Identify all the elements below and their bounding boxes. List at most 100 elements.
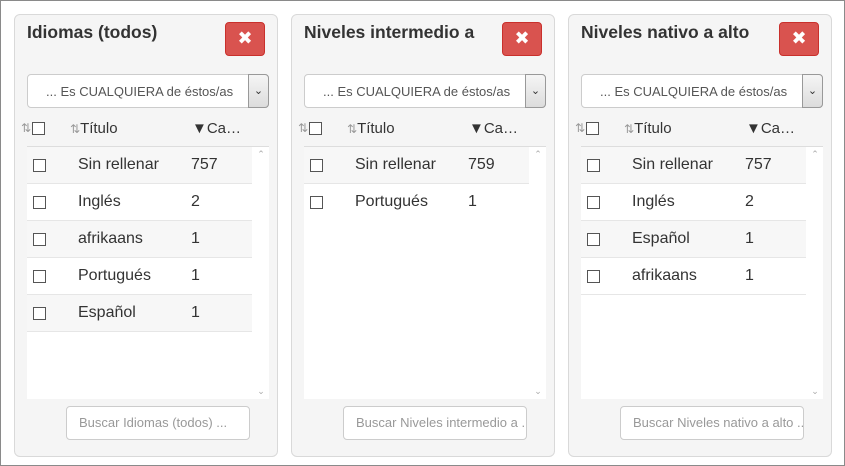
option-count: 1	[191, 304, 200, 321]
list-item[interactable]: Inglés 2	[581, 184, 806, 221]
option-count: 1	[468, 193, 477, 210]
list-item[interactable]: Portugués 1	[304, 184, 529, 221]
title-column-label: Título	[80, 120, 118, 137]
options-list: Sin rellenar 757 Inglés 2 afrikaans 1 Po…	[27, 146, 269, 399]
list-header: ⇅ ⇅Título ▼Ca…	[15, 118, 279, 140]
sort-icon: ⇅	[624, 122, 635, 136]
match-mode-select[interactable]: ... Es CUALQUIERA de éstos/as ⌄	[581, 74, 823, 108]
row-checkbox[interactable]	[33, 196, 46, 209]
select-all-column[interactable]: ⇅	[575, 121, 600, 136]
match-mode-select[interactable]: ... Es CUALQUIERA de éstos/as ⌄	[27, 74, 269, 108]
list-scrollbar[interactable]: ⌃ ⌄	[807, 147, 823, 399]
match-mode-value: ... Es CUALQUIERA de éstos/as	[600, 84, 788, 99]
option-count: 1	[745, 267, 754, 284]
row-checkbox[interactable]	[310, 196, 323, 209]
list-item[interactable]: Sin rellenar 757	[581, 147, 806, 184]
options-list: Sin rellenar 759 Portugués 1 ⌃ ⌄	[304, 146, 546, 399]
row-checkbox[interactable]	[587, 159, 600, 172]
sort-icon[interactable]: ⇅	[21, 121, 31, 135]
list-item[interactable]: Sin rellenar 757	[27, 147, 252, 184]
pane-title: Niveles intermedio a	[304, 22, 475, 42]
list-item[interactable]: Español 1	[27, 295, 252, 332]
option-count: 1	[191, 230, 200, 247]
pane-search-input[interactable]: Buscar Niveles intermedio a ...	[343, 406, 527, 440]
select-all-column[interactable]: ⇅	[21, 121, 46, 136]
select-all-column[interactable]: ⇅	[298, 121, 323, 136]
list-item[interactable]: Español 1	[581, 221, 806, 258]
row-checkbox[interactable]	[33, 233, 46, 246]
chevron-down-icon[interactable]: ⌄	[525, 74, 546, 108]
option-count: 757	[745, 156, 772, 173]
title-column-header[interactable]: ⇅Título	[70, 120, 118, 137]
option-count: 759	[468, 156, 495, 173]
count-column-header[interactable]: ▼Ca…	[746, 120, 795, 137]
option-label: Inglés	[78, 193, 121, 210]
select-all-checkbox[interactable]	[309, 122, 323, 136]
option-label: Español	[78, 304, 136, 321]
option-label: afrikaans	[78, 230, 143, 247]
option-count: 1	[745, 230, 754, 247]
scroll-down-icon[interactable]: ⌄	[253, 386, 269, 397]
option-label: Sin rellenar	[355, 156, 436, 173]
pane-niveles-intermedio: Niveles intermedio a ✖ ... Es CUALQUIERA…	[291, 14, 555, 457]
chevron-down-icon[interactable]: ⌄	[802, 74, 823, 108]
pane-niveles-nativo: Niveles nativo a alto ✖ ... Es CUALQUIER…	[568, 14, 832, 457]
match-mode-value: ... Es CUALQUIERA de éstos/as	[323, 84, 511, 99]
select-all-checkbox[interactable]	[586, 122, 600, 136]
select-all-checkbox[interactable]	[32, 122, 46, 136]
chevron-down-icon[interactable]: ⌄	[248, 74, 269, 108]
list-item[interactable]: afrikaans 1	[27, 221, 252, 258]
option-label: Sin rellenar	[78, 156, 159, 173]
scroll-down-icon[interactable]: ⌄	[807, 386, 823, 397]
list-item[interactable]: Inglés 2	[27, 184, 252, 221]
list-item[interactable]: afrikaans 1	[581, 258, 806, 295]
option-label: Portugués	[355, 193, 428, 210]
list-scrollbar[interactable]: ⌃ ⌄	[530, 147, 546, 399]
row-checkbox[interactable]	[587, 233, 600, 246]
option-count: 2	[745, 193, 754, 210]
sort-icon: ⇅	[70, 122, 81, 136]
title-column-label: Título	[634, 120, 672, 137]
scroll-up-icon[interactable]: ⌃	[807, 149, 823, 160]
sort-icon[interactable]: ⇅	[298, 121, 308, 135]
list-scrollbar[interactable]: ⌃ ⌄	[253, 147, 269, 399]
list-item[interactable]: Portugués 1	[27, 258, 252, 295]
option-count: 2	[191, 193, 200, 210]
row-checkbox[interactable]	[310, 159, 323, 172]
match-mode-value: ... Es CUALQUIERA de éstos/as	[46, 84, 234, 99]
row-checkbox[interactable]	[587, 270, 600, 283]
option-label: afrikaans	[632, 267, 697, 284]
option-count: 757	[191, 156, 218, 173]
sort-icon[interactable]: ⇅	[575, 121, 585, 135]
option-label: Portugués	[78, 267, 151, 284]
scroll-down-icon[interactable]: ⌄	[530, 386, 546, 397]
row-checkbox[interactable]	[33, 307, 46, 320]
clear-pane-button[interactable]: ✖	[502, 22, 542, 56]
match-mode-select[interactable]: ... Es CUALQUIERA de éstos/as ⌄	[304, 74, 546, 108]
count-column-header[interactable]: ▼Ca…	[192, 120, 241, 137]
pane-search-input[interactable]: Buscar Niveles nativo a alto ...	[620, 406, 804, 440]
pane-title: Idiomas (todos)	[27, 22, 158, 42]
row-checkbox[interactable]	[587, 196, 600, 209]
title-column-label: Título	[357, 120, 395, 137]
clear-pane-button[interactable]: ✖	[225, 22, 265, 56]
option-count: 1	[191, 267, 200, 284]
options-list: Sin rellenar 757 Inglés 2 Español 1 afri…	[581, 146, 823, 399]
title-column-header[interactable]: ⇅Título	[347, 120, 395, 137]
clear-pane-button[interactable]: ✖	[779, 22, 819, 56]
row-checkbox[interactable]	[33, 270, 46, 283]
pane-search-input[interactable]: Buscar Idiomas (todos) ...	[66, 406, 250, 440]
pane-idiomas: Idiomas (todos) ✖ ... Es CUALQUIERA de é…	[14, 14, 278, 457]
sort-icon: ⇅	[347, 122, 358, 136]
scroll-up-icon[interactable]: ⌃	[253, 149, 269, 160]
row-checkbox[interactable]	[33, 159, 46, 172]
count-column-header[interactable]: ▼Ca…	[469, 120, 518, 137]
list-header: ⇅ ⇅Título ▼Ca…	[569, 118, 833, 140]
title-column-header[interactable]: ⇅Título	[624, 120, 672, 137]
option-label: Inglés	[632, 193, 675, 210]
search-panes-container: Idiomas (todos) ✖ ... Es CUALQUIERA de é…	[0, 0, 845, 466]
scroll-up-icon[interactable]: ⌃	[530, 149, 546, 160]
list-header: ⇅ ⇅Título ▼Ca…	[292, 118, 556, 140]
list-item[interactable]: Sin rellenar 759	[304, 147, 529, 184]
pane-title: Niveles nativo a alto	[581, 22, 750, 42]
